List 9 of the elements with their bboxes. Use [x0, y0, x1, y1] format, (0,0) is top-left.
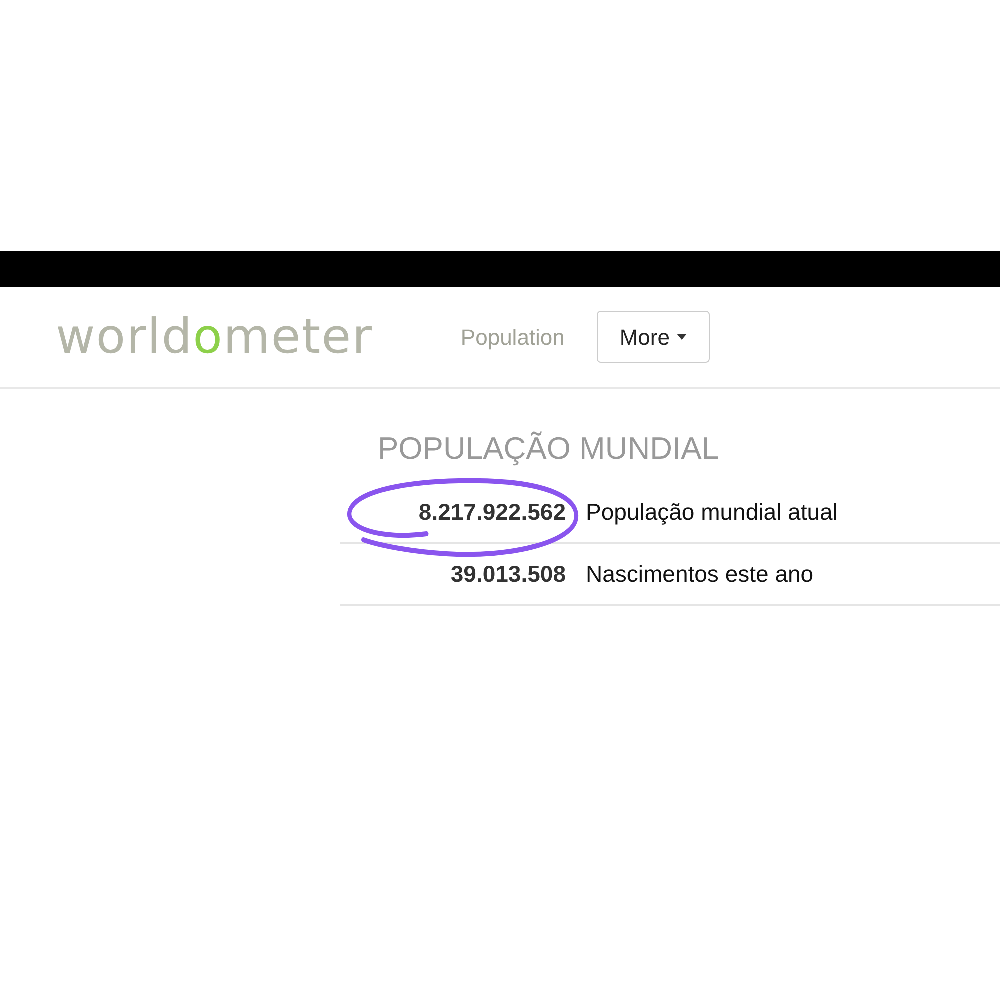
stat-label: Nascimentos este ano [586, 560, 814, 589]
population-link[interactable]: Population [460, 320, 565, 354]
more-dropdown-button[interactable]: More [596, 311, 710, 363]
stat-label: População mundial atual [586, 498, 838, 527]
stat-value: 39.013.508 [450, 560, 566, 589]
caret-icon [676, 334, 687, 340]
stat-value: 8.217.922.562 [418, 498, 566, 527]
worldometer-logo[interactable]: worldometer [56, 313, 373, 361]
section-heading: POPULAÇÃO MUNDIAL [378, 433, 720, 464]
